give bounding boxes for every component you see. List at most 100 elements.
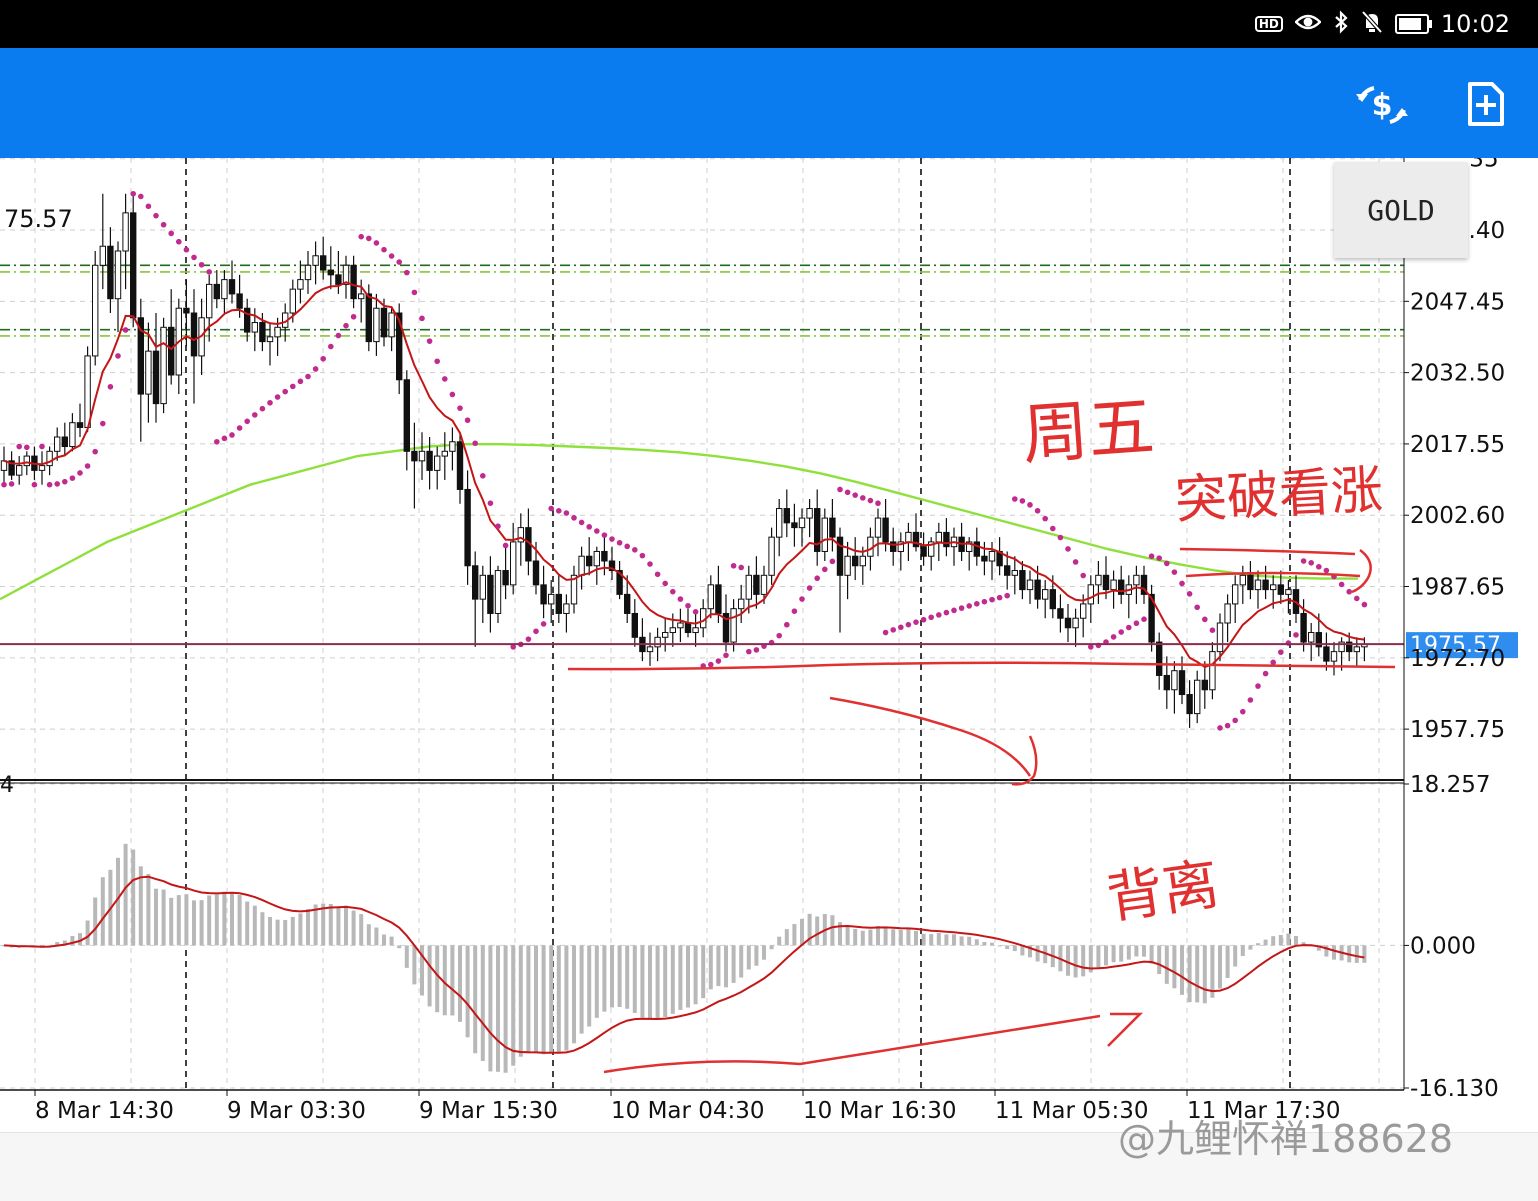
sar-dot	[708, 661, 714, 668]
candle-body	[168, 326, 175, 376]
candle-body	[654, 636, 661, 648]
symbol-label: GOLD	[1367, 193, 1435, 227]
eye-icon	[1294, 13, 1322, 36]
macd-bar	[625, 945, 630, 1009]
sar-dot	[183, 246, 190, 253]
candle	[943, 518, 950, 557]
candle-body	[1254, 579, 1262, 591]
candle	[61, 422, 68, 457]
battery-icon	[1394, 14, 1432, 34]
candle-body	[707, 584, 714, 610]
sar-dot	[1042, 515, 1048, 522]
sar-dot	[936, 612, 942, 618]
quotes-button[interactable]: $	[1352, 80, 1412, 130]
macd-bar	[579, 945, 584, 1034]
sar-dot	[882, 629, 889, 636]
candle-body	[434, 455, 441, 471]
candle	[92, 251, 99, 366]
sar-dot	[822, 566, 828, 573]
macd-bar	[93, 897, 98, 946]
macd-bar	[321, 903, 326, 946]
candle	[616, 561, 623, 600]
candle-body	[259, 322, 266, 343]
candle-body	[753, 574, 760, 595]
candle	[570, 565, 578, 614]
candle-body	[122, 212, 129, 252]
macd-bar	[594, 945, 599, 1018]
candle-body	[738, 598, 745, 610]
candle-body	[1133, 574, 1140, 586]
macd-bar	[374, 927, 379, 946]
sar-dot	[548, 505, 554, 512]
candle-body	[1353, 646, 1360, 653]
chart-area[interactable]: 1975.5775.57 2062.402047.452032.502017.5…	[0, 158, 1538, 1130]
current-price-label-left: 75.57	[4, 205, 73, 233]
candle-body	[152, 350, 160, 405]
quotes-icon: $	[1356, 86, 1408, 124]
candle	[1171, 661, 1178, 714]
sar-dot	[677, 596, 684, 602]
candle-body	[213, 283, 221, 300]
symbol-panel[interactable]: GOLD	[1334, 162, 1468, 258]
new-order-button[interactable]	[1462, 80, 1510, 130]
candle	[456, 432, 464, 504]
macd-bar	[176, 895, 181, 946]
macd-bar	[701, 945, 706, 999]
macd-tick-label: 18.257	[1410, 772, 1490, 798]
sar-dot	[1278, 649, 1284, 656]
sar-dot	[586, 524, 592, 530]
candle	[411, 422, 418, 509]
macd-bar	[435, 945, 440, 1013]
sar-dot	[1255, 683, 1261, 689]
candle	[791, 503, 798, 547]
candle-body	[335, 274, 342, 285]
candle	[966, 537, 973, 571]
candle	[403, 370, 411, 471]
candle-body	[890, 541, 897, 552]
candle-body	[418, 450, 426, 462]
sar-dot	[1148, 553, 1155, 560]
candle	[646, 632, 654, 666]
candle	[601, 537, 608, 576]
time-tick-label: 8 Mar 14:30	[35, 1098, 174, 1124]
sar-dot	[1179, 580, 1185, 587]
candle-body	[662, 632, 669, 638]
candle-body	[221, 279, 228, 300]
candle	[662, 618, 669, 652]
macd-bar	[480, 945, 485, 1062]
candle-body	[692, 627, 699, 634]
macd-bar	[1248, 945, 1253, 950]
candle-body	[631, 612, 638, 638]
macd-bar	[921, 933, 926, 946]
candle-body	[274, 326, 281, 338]
price-chart[interactable]: 1975.5775.57 2062.402047.452032.502017.5…	[0, 158, 1538, 1130]
macd-tick-label: 0.000	[1410, 933, 1476, 959]
sar-dot	[837, 486, 843, 493]
macd-bar	[1142, 945, 1146, 957]
macd-bar	[283, 919, 288, 946]
sar-dot	[890, 627, 896, 633]
macd-bar	[784, 929, 789, 946]
candle	[996, 537, 1003, 576]
macd-bar	[1233, 945, 1238, 967]
sar-dot	[282, 388, 289, 395]
candle	[806, 499, 813, 538]
sar-dot	[981, 598, 988, 605]
candle-body	[312, 255, 319, 266]
candle	[304, 251, 312, 294]
candle-body	[69, 422, 76, 448]
macd-bar	[1286, 933, 1291, 946]
candle-body	[943, 531, 950, 548]
candle-body	[1156, 641, 1163, 676]
sar-dot	[989, 596, 995, 603]
candle	[639, 618, 646, 662]
candle	[1353, 637, 1360, 666]
sar-dot	[844, 489, 851, 496]
sar-dot	[381, 246, 387, 253]
bell-muted-icon	[1361, 10, 1383, 39]
sar-dot	[358, 233, 365, 240]
macd-bar	[1119, 945, 1124, 962]
macd-bar	[1180, 945, 1184, 995]
candle-body	[715, 584, 722, 614]
macd-bar	[1073, 945, 1078, 978]
